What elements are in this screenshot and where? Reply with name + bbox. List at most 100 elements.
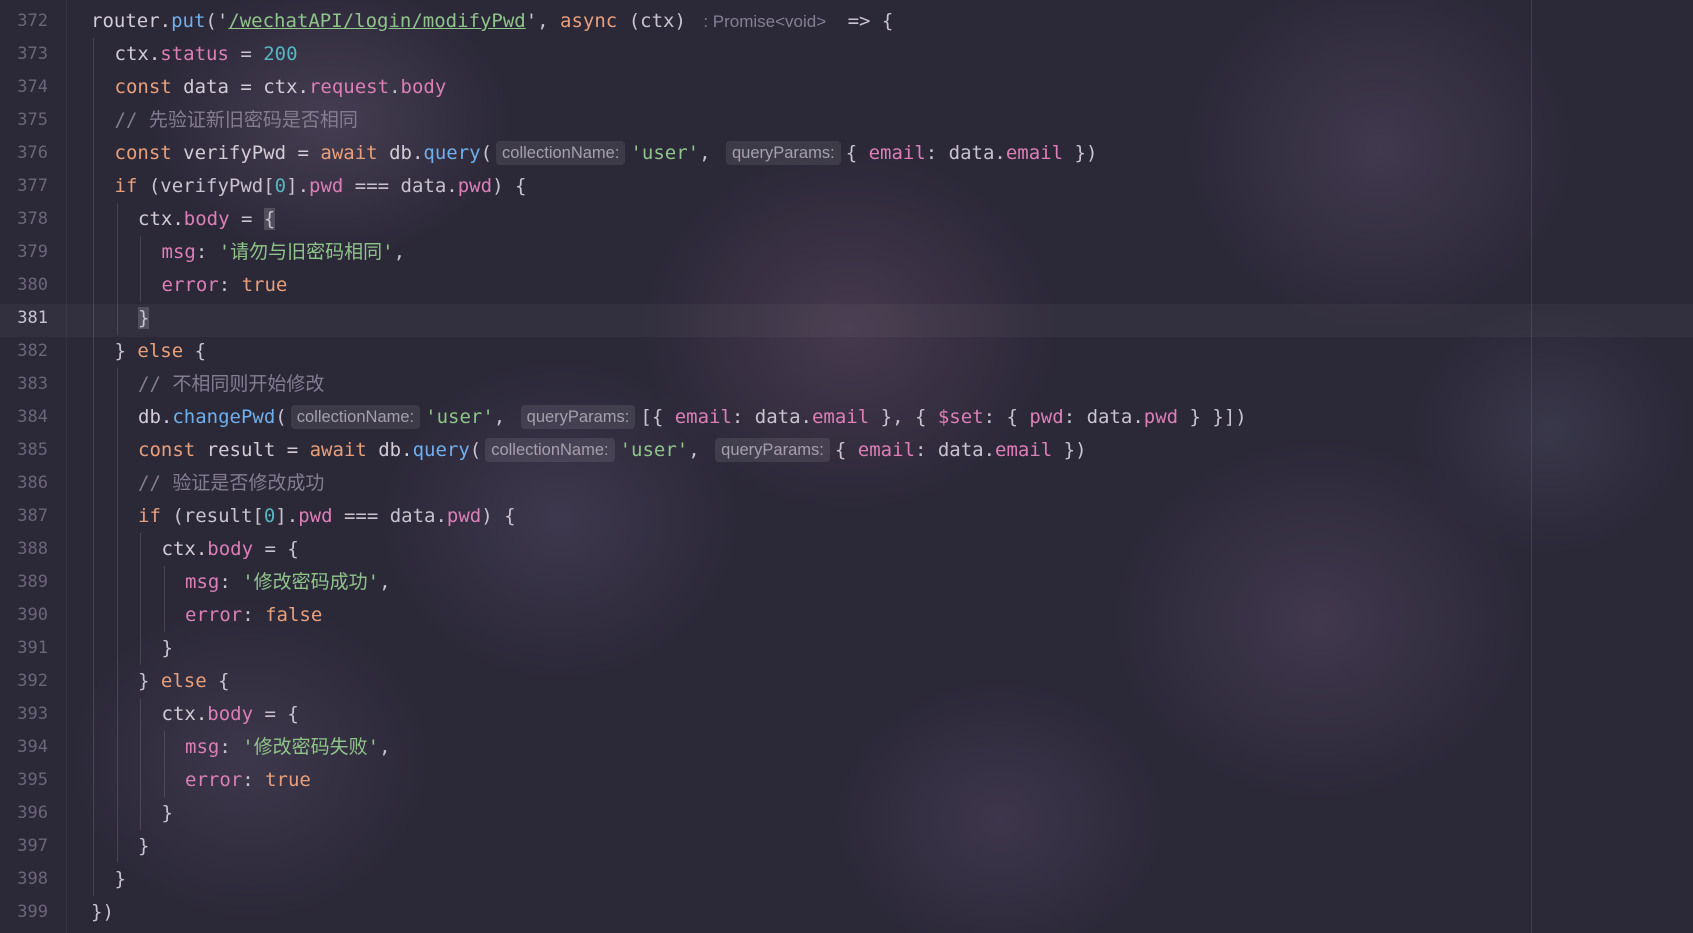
code-line[interactable]: 399}) bbox=[0, 896, 1693, 929]
code-editor[interactable]: 372 router.put('/wechatAPI/login/modifyPw… bbox=[0, 0, 1693, 933]
line-number[interactable]: 374 bbox=[0, 71, 48, 104]
line-code[interactable]: }) bbox=[91, 896, 114, 929]
punctuation-token: } bbox=[161, 637, 173, 659]
code-line[interactable]: 376 const verifyPwd = await db.query(coll… bbox=[0, 137, 1693, 170]
line-code[interactable]: } else { bbox=[115, 335, 207, 368]
punctuation-token: : bbox=[195, 241, 219, 263]
line-code[interactable]: ctx.body = { bbox=[138, 203, 276, 236]
code-line[interactable]: 386 // 验证是否修改成功 bbox=[0, 467, 1693, 500]
code-line[interactable]: 387 if (result[0].pwd === data.pwd) { bbox=[0, 500, 1693, 533]
line-number[interactable]: 394 bbox=[0, 731, 48, 764]
line-number[interactable]: 399 bbox=[0, 896, 48, 929]
line-number[interactable]: 372 bbox=[0, 5, 48, 38]
line-code[interactable]: msg: '修改密码失败', bbox=[185, 731, 391, 764]
line-code[interactable]: } bbox=[115, 863, 126, 896]
line-number[interactable]: 377 bbox=[0, 170, 48, 203]
code-line[interactable]: 397} bbox=[0, 830, 1693, 863]
line-number[interactable]: 382 bbox=[0, 335, 48, 368]
line-number[interactable]: 378 bbox=[0, 203, 48, 236]
line-code[interactable]: if (verifyPwd[0].pwd === data.pwd) { bbox=[115, 170, 527, 203]
code-line[interactable]: 377 if (verifyPwd[0].pwd === data.pwd) { bbox=[0, 170, 1693, 203]
line-number[interactable]: 385 bbox=[0, 434, 48, 467]
punctuation-token: }) bbox=[1052, 439, 1087, 461]
line-number[interactable]: 393 bbox=[0, 698, 48, 731]
line-number[interactable]: 391 bbox=[0, 632, 48, 665]
code-line[interactable]: 393 ctx.body = { bbox=[0, 698, 1693, 731]
line-number[interactable]: 398 bbox=[0, 863, 48, 896]
line-code[interactable]: // 验证是否修改成功 bbox=[138, 467, 324, 500]
code-line[interactable]: 384 db.changePwd(collectionName:'user', q… bbox=[0, 401, 1693, 434]
code-line[interactable]: 394 msg: '修改密码失败', bbox=[0, 731, 1693, 764]
code-line[interactable]: 389 msg: '修改密码成功', bbox=[0, 566, 1693, 599]
line-code[interactable]: // 先验证新旧密码是否相同 bbox=[115, 104, 358, 137]
keyword-token: const bbox=[114, 142, 172, 164]
code-line[interactable]: 381} bbox=[0, 302, 1693, 335]
line-code[interactable]: error: false bbox=[185, 599, 322, 632]
line-code[interactable]: // 不相同则开始修改 bbox=[138, 368, 324, 401]
line-number[interactable]: 392 bbox=[0, 665, 48, 698]
line-number[interactable]: 388 bbox=[0, 533, 48, 566]
line-code[interactable]: error: true bbox=[185, 764, 311, 797]
function-name-token: query bbox=[423, 142, 481, 164]
line-number[interactable]: 373 bbox=[0, 38, 48, 71]
code-line[interactable]: 379 msg: '请勿与旧密码相同', bbox=[0, 236, 1693, 269]
code-line[interactable]: 380 error: true bbox=[0, 269, 1693, 302]
line-code[interactable]: } bbox=[138, 830, 149, 863]
code-line[interactable]: 395 error: true bbox=[0, 764, 1693, 797]
line-number[interactable]: 387 bbox=[0, 500, 48, 533]
code-line[interactable]: 396} bbox=[0, 797, 1693, 830]
property-token: body bbox=[183, 208, 230, 230]
line-code[interactable]: } bbox=[162, 632, 173, 665]
line-code[interactable]: const verifyPwd = await db.query(collect… bbox=[114, 137, 1097, 170]
line-code[interactable]: } bbox=[162, 797, 173, 830]
line-code[interactable]: } else { bbox=[138, 665, 230, 698]
punctuation-token: : bbox=[219, 571, 243, 593]
line-code[interactable]: ctx.status = 200 bbox=[115, 38, 298, 71]
line-number[interactable]: 375 bbox=[0, 104, 48, 137]
code-line[interactable]: 382 } else { bbox=[0, 335, 1693, 368]
line-number[interactable]: 389 bbox=[0, 566, 48, 599]
line-number[interactable]: 395 bbox=[0, 764, 48, 797]
line-code[interactable]: ctx.body = { bbox=[162, 533, 299, 566]
line-code[interactable]: msg: '请勿与旧密码相同', bbox=[162, 236, 406, 269]
code-line[interactable]: 372 router.put('/wechatAPI/login/modifyPw… bbox=[0, 5, 1693, 38]
property-token: pwd bbox=[1029, 406, 1064, 428]
line-code[interactable]: msg: '修改密码成功', bbox=[185, 566, 391, 599]
line-number[interactable]: 390 bbox=[0, 599, 48, 632]
matched-brace: { bbox=[263, 208, 276, 230]
code-line[interactable]: 391} bbox=[0, 632, 1693, 665]
code-line[interactable]: 392 } else { bbox=[0, 665, 1693, 698]
punctuation-token: : data. bbox=[1063, 406, 1144, 428]
number-token: 0 bbox=[263, 505, 276, 527]
code-line[interactable]: 383 // 不相同则开始修改 bbox=[0, 368, 1693, 401]
code-line[interactable]: 375 // 先验证新旧密码是否相同 bbox=[0, 104, 1693, 137]
line-code[interactable]: router.put('/wechatAPI/login/modifyPwd',… bbox=[91, 5, 893, 38]
punctuation-token: === data. bbox=[343, 175, 458, 197]
line-code[interactable]: const data = ctx.request.body bbox=[115, 71, 447, 104]
line-code[interactable]: } bbox=[138, 302, 150, 335]
line-number[interactable]: 380 bbox=[0, 269, 48, 302]
line-number[interactable]: 381 bbox=[0, 302, 48, 335]
code-line[interactable]: 398} bbox=[0, 863, 1693, 896]
code-line[interactable]: 385 const result = await db.query(collect… bbox=[0, 434, 1693, 467]
punctuation-token: : data. bbox=[914, 439, 996, 461]
line-number[interactable]: 386 bbox=[0, 467, 48, 500]
property-token: email bbox=[868, 142, 926, 164]
line-code[interactable]: ctx.body = { bbox=[162, 698, 299, 731]
code-line[interactable]: 388 ctx.body = { bbox=[0, 533, 1693, 566]
code-line[interactable]: 390 error: false bbox=[0, 599, 1693, 632]
line-code[interactable]: error: true bbox=[162, 269, 288, 302]
identifier-token: data = ctx. bbox=[171, 76, 309, 98]
line-code[interactable]: if (result[0].pwd === data.pwd) { bbox=[138, 500, 516, 533]
code-line[interactable]: 378 ctx.body = { bbox=[0, 203, 1693, 236]
line-number[interactable]: 384 bbox=[0, 401, 48, 434]
code-line[interactable]: 373 ctx.status = 200 bbox=[0, 38, 1693, 71]
line-code[interactable]: const result = await db.query(collection… bbox=[138, 434, 1087, 467]
line-number[interactable]: 396 bbox=[0, 797, 48, 830]
line-number[interactable]: 379 bbox=[0, 236, 48, 269]
line-number[interactable]: 376 bbox=[0, 137, 48, 170]
line-number[interactable]: 383 bbox=[0, 368, 48, 401]
line-code[interactable]: db.changePwd(collectionName:'user', quer… bbox=[138, 401, 1247, 434]
line-number[interactable]: 397 bbox=[0, 830, 48, 863]
code-line[interactable]: 374 const data = ctx.request.body bbox=[0, 71, 1693, 104]
